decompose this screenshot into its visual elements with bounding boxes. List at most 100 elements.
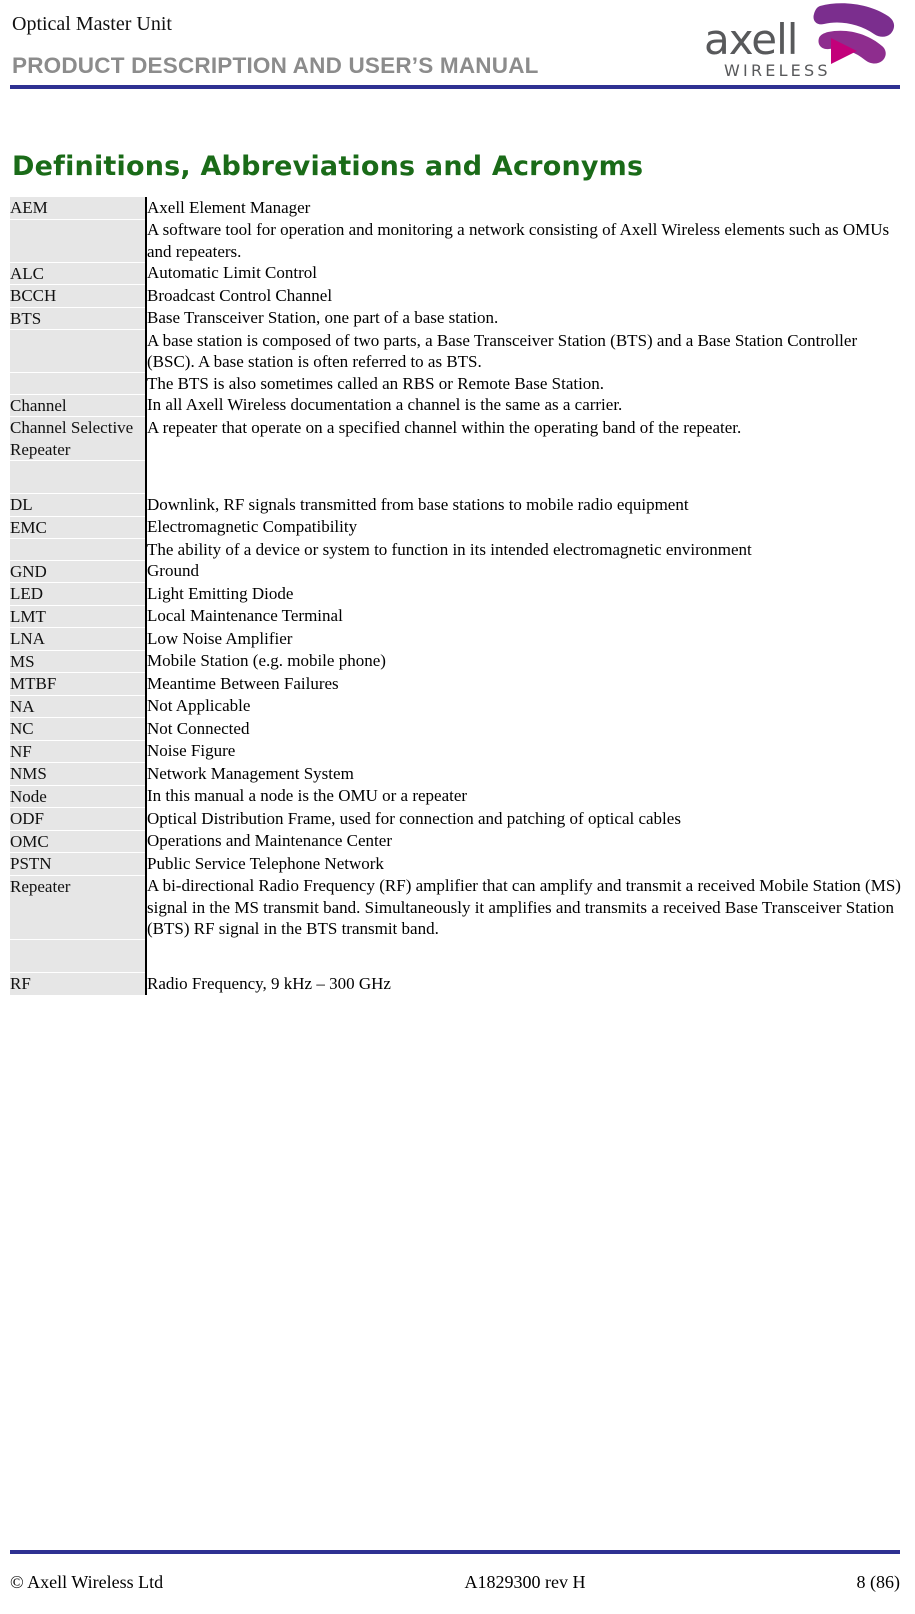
page-title: Definitions, Abbreviations and Acronyms xyxy=(12,151,644,183)
axell-wireless-logo: axell WIRELESS xyxy=(702,2,897,84)
footer-divider-rule xyxy=(10,1550,900,1554)
table-row: EMC Electromagnetic Compatibility xyxy=(10,515,902,539)
glossary-definition: Radio Frequency, 9 kHz – 300 GHz xyxy=(147,973,391,993)
glossary-definition: Light Emitting Diode xyxy=(147,583,294,603)
glossary-term: NA xyxy=(10,694,147,718)
glossary-definition: A repeater that operate on a specified c… xyxy=(147,417,742,437)
glossary-term: BTS xyxy=(10,306,147,330)
glossary-definition: The ability of a device or system to fun… xyxy=(147,539,752,559)
glossary-definition: A base station is composed of two parts,… xyxy=(147,330,858,372)
table-row xyxy=(10,460,902,494)
glossary-definition: In this manual a node is the OMU or a re… xyxy=(147,786,468,805)
glossary-term: ODF xyxy=(10,807,147,830)
glossary-definition: A bi-directional Radio Frequency (RF) am… xyxy=(147,876,901,938)
glossary-term: RF xyxy=(10,972,147,995)
table-row: NF Noise Figure xyxy=(10,739,902,763)
page-footer: © Axell Wireless Ltd A1829300 rev H 8 (8… xyxy=(0,1540,915,1614)
glossary-term: Channel Selective Repeater xyxy=(10,416,147,461)
glossary-term: Repeater xyxy=(10,874,147,940)
logo-wordmark: axell xyxy=(704,15,797,64)
glossary-term: DL xyxy=(10,493,147,516)
table-row: RF Radio Frequency, 9 kHz – 300 GHz xyxy=(10,972,902,995)
product-name: Optical Master Unit xyxy=(12,13,172,35)
glossary-definition: Local Maintenance Terminal xyxy=(147,606,343,625)
glossary-term xyxy=(10,218,147,262)
glossary-term xyxy=(10,460,147,494)
glossary-term: NC xyxy=(10,717,147,740)
glossary-term: EMC xyxy=(10,515,147,539)
table-row: AEM Axell Element Manager xyxy=(10,197,902,219)
glossary-definition: Noise Figure xyxy=(147,741,236,760)
table-row xyxy=(10,939,902,973)
glossary-term xyxy=(10,939,147,973)
page-header: Optical Master Unit PRODUCT DESCRIPTION … xyxy=(0,0,915,95)
header-divider-rule xyxy=(10,85,900,89)
table-row: LED Light Emitting Diode xyxy=(10,582,902,605)
glossary-definition xyxy=(146,461,902,494)
footer-copyright: © Axell Wireless Ltd xyxy=(10,1572,164,1592)
glossary-definition: Not Connected xyxy=(147,718,250,738)
table-row: LMT Local Maintenance Terminal xyxy=(10,604,902,628)
table-row: NC Not Connected xyxy=(10,717,902,740)
footer-content-row: © Axell Wireless Ltd A1829300 rev H 8 (8… xyxy=(10,1570,900,1594)
glossary-definition: Meantime Between Failures xyxy=(147,673,339,693)
glossary-term: Node xyxy=(10,784,147,808)
glossary-term xyxy=(10,538,147,560)
glossary-term: AEM xyxy=(10,197,147,219)
glossary-term: GND xyxy=(10,559,147,583)
glossary-definition: Broadcast Control Channel xyxy=(147,285,333,305)
table-row: LNA Low Noise Amplifier xyxy=(10,627,902,650)
table-row: The ability of a device or system to fun… xyxy=(10,538,902,560)
glossary-definition: A software tool for operation and monito… xyxy=(147,220,890,261)
table-row: ODF Optical Distribution Frame, used for … xyxy=(10,807,902,830)
glossary-definition: Network Management System xyxy=(147,763,354,783)
glossary-definition: Not Applicable xyxy=(147,696,251,715)
glossary-term: NF xyxy=(10,739,147,763)
table-row: NMS Network Management System xyxy=(10,762,902,785)
glossary-definition: Mobile Station (e.g. mobile phone) xyxy=(147,651,386,670)
document-title: PRODUCT DESCRIPTION AND USER’S MANUAL xyxy=(12,53,539,78)
glossary-definition: Low Noise Amplifier xyxy=(147,628,293,648)
glossary-term xyxy=(10,329,147,373)
table-row: BTS Base Transceiver Station, one part of… xyxy=(10,306,902,330)
glossary-term: LMT xyxy=(10,604,147,628)
glossary-definition: Base Transceiver Station, one part of a … xyxy=(147,308,499,327)
glossary-definition: Axell Element Manager xyxy=(147,198,311,217)
table-row: A software tool for operation and monito… xyxy=(10,218,902,262)
glossary-term: NMS xyxy=(10,762,147,785)
glossary-definition: The BTS is also sometimes called an RBS … xyxy=(147,373,605,393)
table-row: OMC Operations and Maintenance Center xyxy=(10,829,902,853)
table-row: MS Mobile Station (e.g. mobile phone) xyxy=(10,649,902,673)
footer-document-id: A1829300 rev H xyxy=(464,1572,586,1592)
table-row: Node In this manual a node is the OMU or … xyxy=(10,784,902,808)
table-row: MTBF Meantime Between Failures xyxy=(10,672,902,695)
glossary-term: LED xyxy=(10,582,147,605)
table-row: ALC Automatic Limit Control xyxy=(10,261,902,285)
glossary-term: MS xyxy=(10,649,147,673)
definitions-table-body: AEM Axell Element Manager A software tool … xyxy=(10,197,902,995)
glossary-definition: Operations and Maintenance Center xyxy=(147,831,392,850)
logo-chevron-outer xyxy=(813,3,895,37)
glossary-term: ALC xyxy=(10,261,147,285)
definitions-table: AEM Axell Element Manager A software tool … xyxy=(10,197,902,995)
glossary-term xyxy=(10,372,147,394)
table-row: NA Not Applicable xyxy=(10,694,902,718)
table-row: The BTS is also sometimes called an RBS … xyxy=(10,372,902,394)
glossary-definition: Automatic Limit Control xyxy=(147,263,317,282)
table-row: A base station is composed of two parts,… xyxy=(10,329,902,373)
glossary-definition: Ground xyxy=(147,561,199,580)
table-row: Channel Selective Repeater A repeater tha… xyxy=(10,416,902,461)
glossary-definition: Public Service Telephone Network xyxy=(147,853,384,873)
glossary-term: MTBF xyxy=(10,672,147,695)
footer-page-number: 8 (86) xyxy=(856,1572,901,1592)
glossary-term: LNA xyxy=(10,627,147,650)
glossary-term: BCCH xyxy=(10,284,147,307)
table-row: BCCH Broadcast Control Channel xyxy=(10,284,902,307)
glossary-definition: Optical Distribution Frame, used for con… xyxy=(147,808,681,828)
glossary-term: Channel xyxy=(10,393,147,417)
table-row: DL Downlink, RF signals transmitted from … xyxy=(10,493,902,516)
glossary-term: PSTN xyxy=(10,852,147,875)
logo-tagline: WIRELESS xyxy=(724,61,831,80)
table-row: Channel In all Axell Wireless documentati… xyxy=(10,393,902,417)
table-row: GND Ground xyxy=(10,559,902,583)
